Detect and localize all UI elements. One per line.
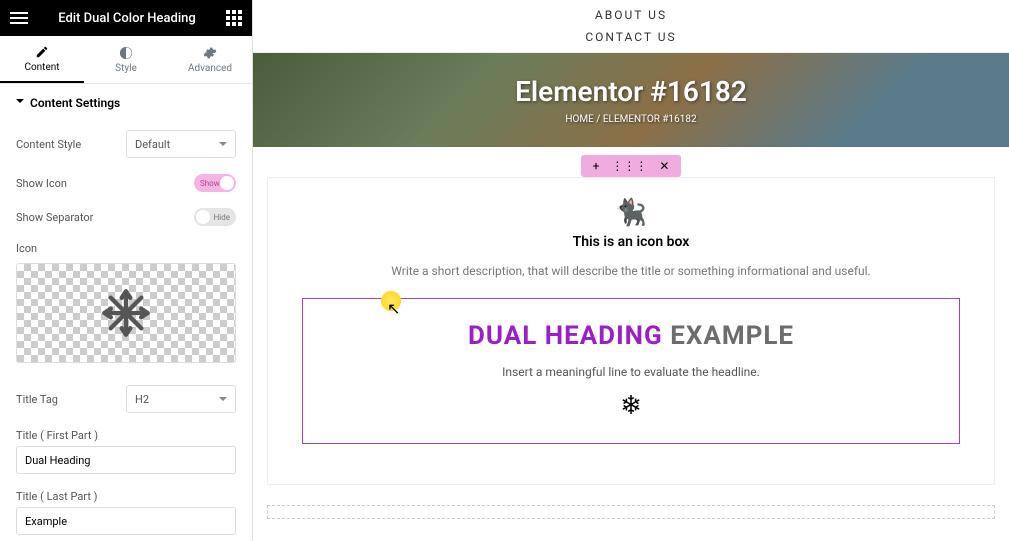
row-show-icon: Show Icon Show: [0, 166, 252, 200]
row-content-style: Content Style Default: [0, 122, 252, 166]
controls-panel: Content Settings Content Style Default S…: [0, 84, 252, 541]
editor-sidebar: Edit Dual Color Heading Content Style Ad…: [0, 0, 253, 541]
caret-down-icon: [16, 99, 24, 107]
drag-section-handle[interactable]: ⋮⋮⋮: [611, 159, 647, 173]
site-nav: ABOUT US CONTACT US: [253, 0, 1009, 53]
row-show-separator: Show Separator Hide: [0, 200, 252, 234]
dual-heading-text: DUAL HEADING EXAMPLE: [325, 321, 937, 351]
title-first-input[interactable]: [16, 446, 236, 474]
hero-banner: Elementor #16182 HOME / ELEMENTOR #16182: [253, 53, 1009, 147]
icon-box-title: This is an icon box: [288, 234, 974, 250]
crumb-home[interactable]: HOME: [565, 114, 593, 125]
snowflake-icon: [100, 287, 152, 339]
tab-style[interactable]: Style: [84, 36, 168, 83]
row-title-tag: Title Tag H2: [0, 377, 252, 421]
icon-box-description: Write a short description, that will des…: [288, 264, 974, 278]
title-tag-select[interactable]: H2: [126, 385, 236, 413]
title-last-input[interactable]: [16, 507, 236, 535]
crumb-current: ELEMENTOR #16182: [603, 114, 697, 125]
dual-heading-second: EXAMPLE: [670, 321, 794, 351]
icon-chooser[interactable]: [16, 263, 236, 363]
dual-heading-first: DUAL HEADING: [468, 321, 663, 351]
delete-section-button[interactable]: ✕: [659, 159, 669, 173]
snowflake-icon: ❄: [325, 391, 937, 421]
tab-advanced[interactable]: Advanced: [168, 36, 252, 83]
show-icon-label: Show Icon: [16, 177, 194, 190]
section-content-settings[interactable]: Content Settings: [0, 84, 252, 122]
content-style-label: Content Style: [16, 138, 126, 151]
cursor-icon: ↖: [387, 299, 400, 318]
gear-icon: [203, 46, 217, 60]
panel-tabs: Content Style Advanced: [0, 36, 252, 84]
section-handle: + ⋮⋮⋮ ✕: [253, 155, 1009, 177]
show-separator-label: Show Separator: [16, 211, 194, 224]
icon-box-widget[interactable]: 🐈‍⬛ This is an icon box Write a short de…: [267, 177, 995, 485]
title-first-label: Title ( First Part ): [0, 421, 252, 446]
title-last-label: Title ( Last Part ): [0, 482, 252, 507]
header-title: Edit Dual Color Heading: [28, 11, 226, 26]
half-circle-icon: [119, 46, 133, 60]
breadcrumb: HOME / ELEMENTOR #16182: [565, 114, 696, 125]
section-toolbar: + ⋮⋮⋮ ✕: [581, 155, 682, 177]
cat-icon: 🐈‍⬛: [288, 198, 974, 228]
dual-heading-widget[interactable]: ↖ DUAL HEADING EXAMPLE Insert a meaningf…: [302, 298, 960, 444]
tab-content[interactable]: Content: [0, 36, 84, 83]
nav-about[interactable]: ABOUT US: [253, 4, 1009, 26]
nav-contact[interactable]: CONTACT US: [253, 26, 1009, 48]
title-tag-label: Title Tag: [16, 393, 126, 406]
hero-title: Elementor #16182: [515, 75, 747, 108]
widgets-grid-icon[interactable]: [226, 10, 242, 26]
chevron-down-icon: [219, 397, 227, 405]
header-bar: Edit Dual Color Heading: [0, 0, 252, 36]
menu-icon[interactable]: [10, 12, 28, 24]
pencil-icon: [35, 45, 49, 59]
chevron-down-icon: [219, 142, 227, 150]
dual-heading-subtitle: Insert a meaningful line to evaluate the…: [325, 365, 937, 379]
content-style-select[interactable]: Default: [126, 130, 236, 158]
show-icon-toggle[interactable]: Show: [194, 174, 236, 192]
preview-area: ABOUT US CONTACT US Elementor #16182 HOM…: [253, 0, 1009, 541]
add-section-button[interactable]: +: [593, 159, 600, 173]
icon-label: Icon: [0, 234, 252, 263]
show-separator-toggle[interactable]: Hide: [194, 208, 236, 226]
empty-section-placeholder[interactable]: [267, 505, 995, 519]
